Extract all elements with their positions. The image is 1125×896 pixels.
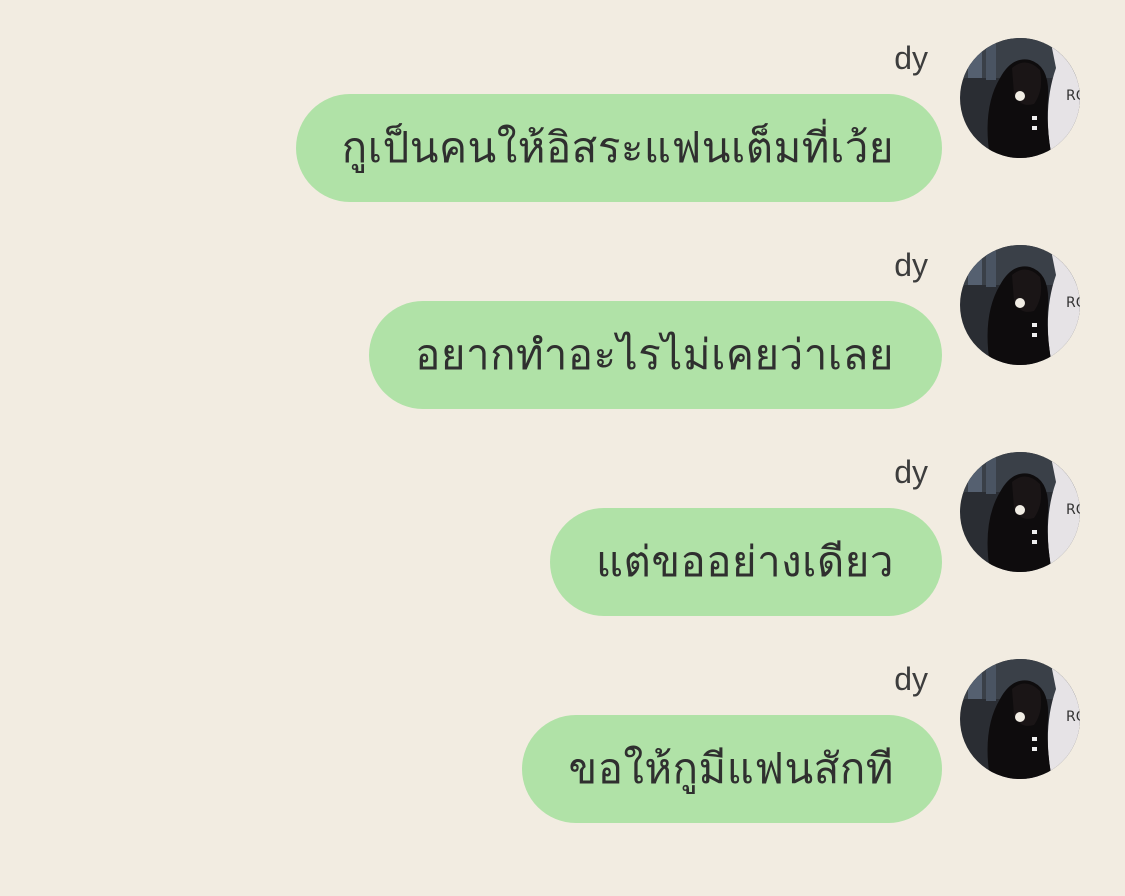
svg-text:RO: RO bbox=[1066, 295, 1080, 311]
sender-name: dy bbox=[894, 247, 928, 283]
avatar-icon[interactable]: RO bbox=[960, 452, 1080, 572]
sender-name: dy bbox=[894, 454, 928, 490]
sender-name: dy bbox=[894, 40, 928, 76]
svg-text:RO: RO bbox=[1066, 88, 1080, 104]
message-text: กูเป็นคนให้อิสระแฟนเต็มที่เว้ย bbox=[341, 123, 894, 172]
message-text: แต่ขออย่างเดียว bbox=[595, 537, 894, 586]
message-row: dy ขอให้กูมีแฟนสักที RO bbox=[0, 659, 1125, 859]
message-bubble[interactable]: แต่ขออย่างเดียว bbox=[549, 508, 942, 616]
avatar-icon[interactable]: RO bbox=[960, 38, 1080, 158]
avatar-icon[interactable]: RO bbox=[960, 659, 1080, 779]
message-text: ขอให้กูมีแฟนสักที bbox=[568, 744, 894, 793]
avatar-icon[interactable]: RO bbox=[960, 245, 1080, 365]
message-bubble[interactable]: อยากทำอะไรไม่เคยว่าเลย bbox=[369, 301, 942, 409]
chat-thread: dy กูเป็นคนให้อิสระแฟนเต็มที่เว้ย RO dy bbox=[0, 0, 1125, 896]
svg-text:RO: RO bbox=[1066, 502, 1080, 518]
message-row: dy แต่ขออย่างเดียว RO bbox=[0, 452, 1125, 652]
message-row: dy กูเป็นคนให้อิสระแฟนเต็มที่เว้ย RO bbox=[0, 38, 1125, 238]
message-row: dy อยากทำอะไรไม่เคยว่าเลย RO bbox=[0, 245, 1125, 445]
svg-text:RO: RO bbox=[1066, 709, 1080, 725]
message-text: อยากทำอะไรไม่เคยว่าเลย bbox=[415, 330, 894, 379]
message-bubble[interactable]: กูเป็นคนให้อิสระแฟนเต็มที่เว้ย bbox=[295, 94, 942, 202]
message-bubble[interactable]: ขอให้กูมีแฟนสักที bbox=[522, 715, 942, 823]
sender-name: dy bbox=[894, 661, 928, 697]
